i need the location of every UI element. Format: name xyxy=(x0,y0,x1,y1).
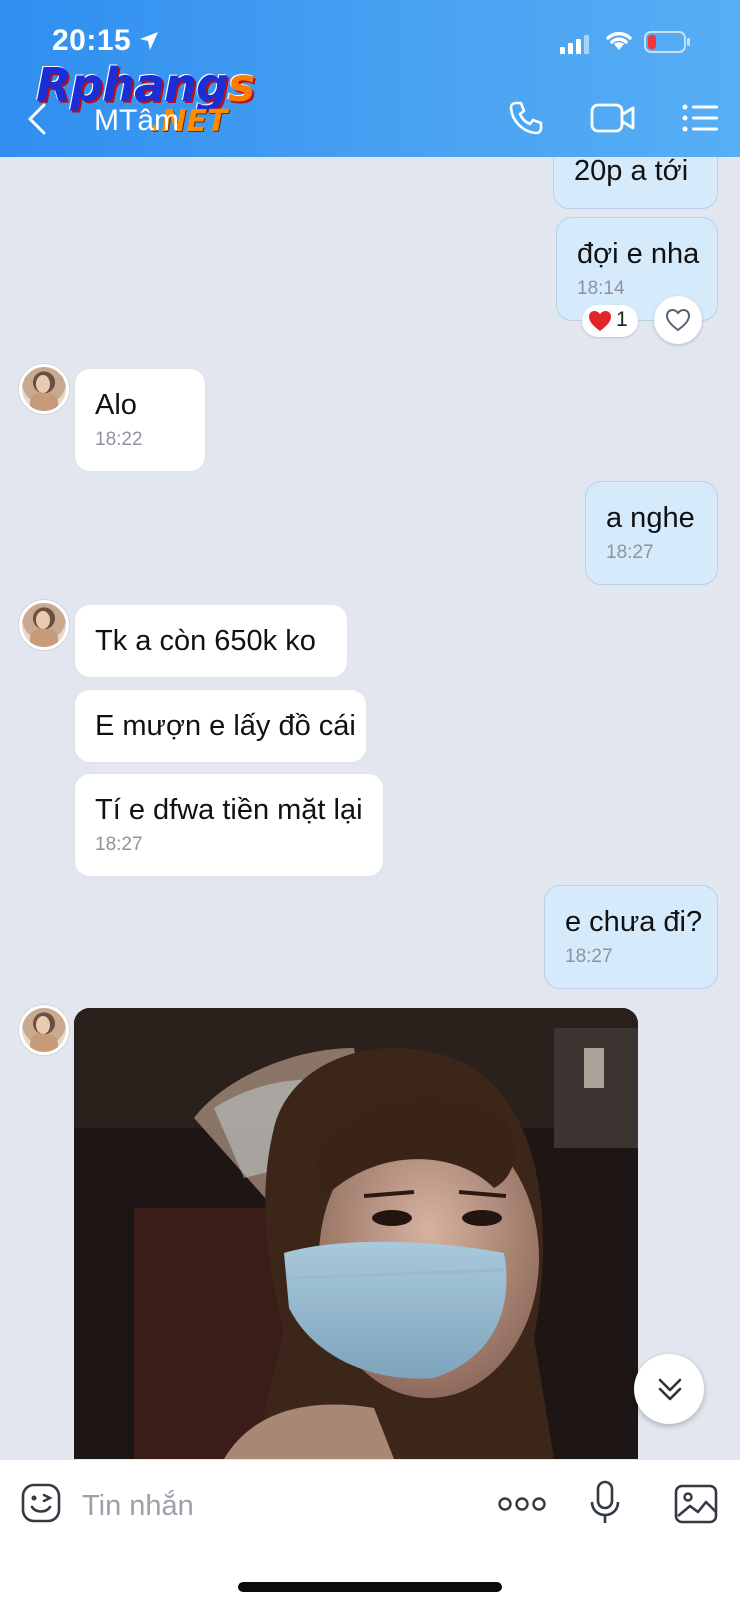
message-input[interactable]: Tin nhắn xyxy=(82,1490,194,1523)
composer-bar: Tin nhắn xyxy=(0,1459,740,1601)
video-icon[interactable] xyxy=(590,102,636,134)
image-icon[interactable] xyxy=(674,1484,718,1524)
photo-message[interactable] xyxy=(74,1008,638,1459)
heart-icon xyxy=(589,311,611,331)
message-bubble-incoming[interactable]: Alo 18:22 xyxy=(74,368,206,472)
contact-avatar[interactable] xyxy=(19,364,69,414)
contact-avatar[interactable] xyxy=(19,1005,69,1055)
like-button[interactable] xyxy=(654,296,702,344)
message-time: 18:22 xyxy=(95,429,143,450)
photo-image xyxy=(74,1008,638,1459)
reaction-count: 1 xyxy=(616,308,628,331)
message-text: a nghe xyxy=(606,502,695,534)
message-text: Alo xyxy=(95,389,137,421)
message-time: 18:27 xyxy=(606,542,654,563)
message-bubble-outgoing[interactable]: e chưa đi? 18:27 xyxy=(544,885,718,989)
scroll-to-bottom-button[interactable] xyxy=(634,1354,704,1424)
wifi-icon xyxy=(606,31,632,50)
message-bubble-incoming[interactable]: Tí e dfwa tiền mặt lại 18:27 xyxy=(74,773,384,877)
message-text: Tk a còn 650k ko xyxy=(95,625,316,657)
phone-icon[interactable] xyxy=(508,100,544,136)
heart-outline-icon xyxy=(665,308,691,332)
message-text: e chưa đi? xyxy=(565,906,703,938)
message-text: E mượn e lấy đồ cái xyxy=(95,710,356,742)
location-arrow-icon xyxy=(140,32,158,50)
menu-icon[interactable] xyxy=(682,104,718,132)
home-indicator xyxy=(238,1582,502,1592)
chat-header: 20:15 Rphangs .NET MTâm xyxy=(0,0,740,157)
message-bubble-incoming[interactable]: E mượn e lấy đồ cái xyxy=(74,689,367,763)
scroll-down-icon xyxy=(658,1378,682,1401)
message-time: 18:27 xyxy=(95,834,143,855)
message-text: đợi e nha xyxy=(577,238,700,270)
message-bubble-incoming[interactable]: Tk a còn 650k ko xyxy=(74,604,348,678)
more-icon[interactable] xyxy=(498,1496,546,1512)
message-text: Tí e dfwa tiền mặt lại xyxy=(95,794,363,826)
contact-name[interactable]: MTâm xyxy=(94,104,179,138)
signal-icon xyxy=(560,35,589,54)
message-time: 18:27 xyxy=(565,946,613,967)
battery-icon xyxy=(644,31,690,53)
mic-icon[interactable] xyxy=(590,1480,620,1526)
back-icon[interactable] xyxy=(26,102,48,136)
sticker-icon[interactable] xyxy=(20,1482,62,1524)
contact-avatar[interactable] xyxy=(19,600,69,650)
status-time: 20:15 xyxy=(52,24,132,57)
message-text: 20p a tới xyxy=(574,155,689,187)
message-bubble-outgoing[interactable]: a nghe 18:27 xyxy=(585,481,718,585)
reaction-badge[interactable]: 1 xyxy=(582,305,638,337)
